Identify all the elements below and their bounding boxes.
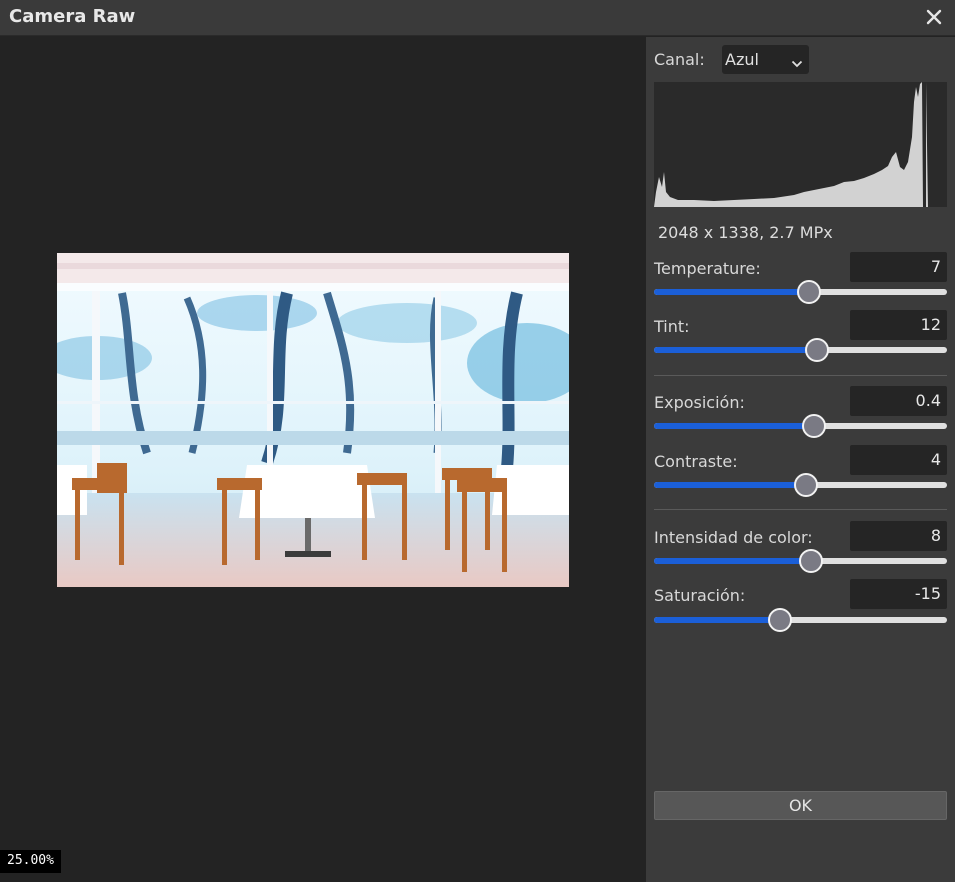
contrast-label: Contraste: bbox=[654, 452, 738, 471]
vibrance-label: Intensidad de color: bbox=[654, 528, 813, 547]
exposure-label: Exposición: bbox=[654, 393, 745, 412]
tint-value-field[interactable]: 12 bbox=[850, 310, 947, 340]
image-dimensions: 2048 x 1338, 2.7 MPx bbox=[658, 223, 833, 242]
contrast-slider-fill bbox=[654, 482, 807, 488]
saturation-slider[interactable] bbox=[654, 608, 947, 632]
title-bar: Camera Raw bbox=[0, 0, 955, 36]
exposure-value: 0.4 bbox=[915, 391, 941, 410]
exposure-value-field[interactable]: 0.4 bbox=[850, 386, 947, 416]
tint-value: 12 bbox=[920, 315, 941, 334]
saturation-slider-thumb[interactable] bbox=[767, 608, 792, 632]
canal-label: Canal: bbox=[654, 50, 705, 69]
tint-slider-fill bbox=[654, 347, 817, 353]
vibrance-value: 8 bbox=[930, 526, 941, 545]
vibrance-slider[interactable] bbox=[654, 549, 947, 573]
tint-label: Tint: bbox=[654, 317, 690, 336]
zoom-level: 25.00% bbox=[0, 850, 61, 873]
image-viewport[interactable]: 25.00% bbox=[0, 37, 646, 882]
divider bbox=[654, 375, 947, 376]
adjustments-panel: Canal: Azul 2048 x 1338, 2.7 MPx Tempera… bbox=[646, 37, 955, 882]
temperature-slider-fill bbox=[654, 289, 810, 295]
ok-button[interactable]: OK bbox=[654, 791, 947, 820]
vibrance-value-field[interactable]: 8 bbox=[850, 521, 947, 551]
tint-slider[interactable] bbox=[654, 338, 947, 362]
contrast-slider-thumb[interactable] bbox=[794, 473, 819, 497]
close-icon[interactable] bbox=[921, 4, 947, 30]
exposure-slider-fill bbox=[654, 423, 814, 429]
temperature-value: 7 bbox=[930, 257, 941, 276]
vibrance-slider-thumb[interactable] bbox=[798, 549, 823, 573]
exposure-slider[interactable] bbox=[654, 414, 947, 438]
vibrance-slider-fill bbox=[654, 558, 811, 564]
temperature-slider-thumb[interactable] bbox=[797, 280, 822, 304]
canal-selected-value: Azul bbox=[725, 50, 759, 69]
saturation-value-field[interactable]: -15 bbox=[850, 579, 947, 609]
canal-select[interactable]: Azul bbox=[722, 45, 809, 74]
histogram bbox=[654, 82, 947, 207]
window-title: Camera Raw bbox=[9, 6, 136, 27]
photo-preview bbox=[57, 253, 569, 587]
temperature-value-field[interactable]: 7 bbox=[850, 252, 947, 282]
saturation-slider-fill bbox=[654, 617, 780, 623]
contrast-value-field[interactable]: 4 bbox=[850, 445, 947, 475]
contrast-slider[interactable] bbox=[654, 473, 947, 497]
temperature-label: Temperature: bbox=[654, 259, 761, 278]
chevron-down-icon bbox=[791, 54, 803, 68]
temperature-slider[interactable] bbox=[654, 280, 947, 304]
saturation-value: -15 bbox=[914, 584, 941, 603]
exposure-slider-thumb[interactable] bbox=[801, 414, 826, 438]
tint-slider-thumb[interactable] bbox=[804, 338, 829, 362]
contrast-value: 4 bbox=[930, 450, 941, 469]
divider bbox=[654, 509, 947, 510]
saturation-label: Saturación: bbox=[654, 586, 746, 605]
